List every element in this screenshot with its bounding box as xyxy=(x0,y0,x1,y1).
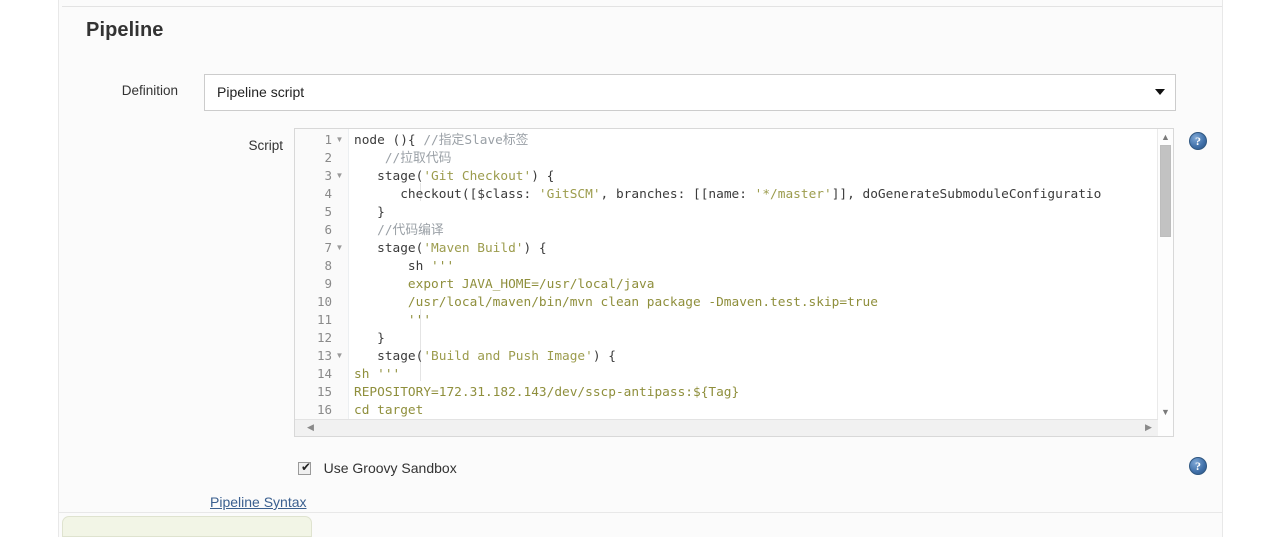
definition-selected-value: Pipeline script xyxy=(217,84,305,100)
definition-label: Definition xyxy=(121,83,178,98)
code-fold-icon[interactable]: ▼ xyxy=(335,351,344,360)
code-fold-icon[interactable]: ▼ xyxy=(335,135,344,144)
code-token: ''' xyxy=(377,367,401,382)
line-number: 12 xyxy=(316,330,332,345)
pipeline-config-page: Pipeline Definition Pipeline script Scri… xyxy=(0,0,1278,537)
script-label: Script xyxy=(248,138,283,153)
code-line: REPOSITORY=172.31.182.143/dev/sscp-antip… xyxy=(354,384,739,402)
code-token: ]], doGenerateSubmoduleConfiguratio xyxy=(831,187,1102,202)
code-line: stage('Git Checkout') { xyxy=(354,168,554,186)
code-token: '*/master' xyxy=(754,187,832,202)
line-number: 8 xyxy=(324,258,332,273)
code-line: } xyxy=(354,204,385,222)
pipeline-syntax-link[interactable]: Pipeline Syntax xyxy=(210,494,307,510)
code-token: stage( xyxy=(354,349,424,364)
code-token: ''' xyxy=(354,313,432,328)
code-line: export JAVA_HOME=/usr/local/java xyxy=(354,276,655,294)
code-line: } xyxy=(354,330,385,348)
code-token: ) { xyxy=(523,241,547,256)
groovy-sandbox-checkbox[interactable]: ✔ xyxy=(298,460,312,475)
vertical-scroll-thumb[interactable] xyxy=(1160,145,1171,237)
definition-select[interactable]: Pipeline script xyxy=(204,74,1176,111)
line-number: 13 xyxy=(316,348,332,363)
code-line: checkout([$class: 'GitSCM', branches: [[… xyxy=(354,186,1101,204)
code-line: stage('Build and Push Image') { xyxy=(354,348,616,366)
right-margin xyxy=(1223,0,1278,537)
code-line: ''' xyxy=(354,312,431,330)
code-token: 'Build and Push Image' xyxy=(423,349,593,364)
code-token: checkout([$class: xyxy=(354,187,539,202)
code-line: sh ''' xyxy=(354,366,400,384)
code-token: stage( xyxy=(354,241,424,256)
line-number: 2 xyxy=(324,150,332,165)
groovy-sandbox-row[interactable]: ✔ Use Groovy Sandbox xyxy=(298,460,457,476)
line-number: 6 xyxy=(324,222,332,237)
groovy-sandbox-label: Use Groovy Sandbox xyxy=(323,460,457,476)
line-number: 5 xyxy=(324,204,332,219)
line-number: 16 xyxy=(316,402,332,417)
code-token: //指定Slave标签 xyxy=(423,133,529,148)
code-line: node (){ //指定Slave标签 xyxy=(354,132,528,150)
code-fold-icon[interactable]: ▼ xyxy=(335,243,344,252)
line-number: 10 xyxy=(316,294,332,309)
code-token: , branches: [[name: xyxy=(600,187,755,202)
code-token: //拉取代码 xyxy=(384,151,452,166)
line-number: 15 xyxy=(316,384,332,399)
code-line: sh ''' xyxy=(354,258,454,276)
code-token: } xyxy=(354,205,385,220)
code-line: cd target xyxy=(354,402,423,420)
top-divider xyxy=(62,6,1222,7)
page-title: Pipeline xyxy=(86,19,164,41)
line-number: 7 xyxy=(324,240,332,255)
code-line: /usr/local/maven/bin/mvn clean package -… xyxy=(354,294,878,312)
line-number: 3 xyxy=(324,168,332,183)
code-token: node (){ xyxy=(354,133,424,148)
code-line: //代码编译 xyxy=(354,222,444,240)
line-number-gutter: 1▼23▼4567▼8910111213▼14151617 xyxy=(295,129,349,436)
code-token: ''' xyxy=(431,259,455,274)
code-token: export JAVA_HOME=/usr/local/java xyxy=(354,277,655,292)
code-token: //代码编译 xyxy=(377,223,444,238)
code-token: REPOSITORY=172.31.182.143/dev/sscp-antip… xyxy=(354,385,740,400)
help-icon-sandbox[interactable]: ? xyxy=(1189,457,1207,475)
code-line: stage('Maven Build') { xyxy=(354,240,547,258)
code-token: 'Maven Build' xyxy=(423,241,524,256)
code-token: sh xyxy=(354,367,378,382)
scroll-left-icon[interactable]: ◀ xyxy=(305,422,316,433)
code-token: } xyxy=(354,331,385,346)
chevron-down-icon xyxy=(1155,89,1165,95)
code-token: sh xyxy=(354,259,432,274)
help-icon-script[interactable]: ? xyxy=(1189,132,1207,150)
scrollbar-corner xyxy=(1158,420,1173,436)
line-number: 1 xyxy=(324,132,332,147)
editor-horizontal-scrollbar[interactable]: ◀ ▶ xyxy=(295,419,1158,436)
line-number: 14 xyxy=(316,366,332,381)
code-token: stage( xyxy=(354,169,424,184)
code-token: 'Git Checkout' xyxy=(423,169,532,184)
script-editor[interactable]: 1▼23▼4567▼8910111213▼14151617 node (){ /… xyxy=(294,128,1174,437)
form-action-bar xyxy=(62,516,312,537)
code-token: ) { xyxy=(592,349,616,364)
editor-vertical-scrollbar[interactable]: ▲ ▼ xyxy=(1157,129,1173,421)
scroll-down-icon[interactable]: ▼ xyxy=(1160,407,1171,418)
scroll-up-icon[interactable]: ▲ xyxy=(1160,132,1171,143)
code-line: //拉取代码 xyxy=(354,150,452,168)
checkmark-icon: ✔ xyxy=(301,460,312,474)
code-token: ) { xyxy=(531,169,555,184)
code-token: /usr/local/maven/bin/mvn clean package -… xyxy=(354,295,878,310)
code-token: 'GitSCM' xyxy=(538,187,601,202)
line-number: 11 xyxy=(316,312,332,327)
scroll-right-icon[interactable]: ▶ xyxy=(1143,422,1154,433)
code-area[interactable]: node (){ //指定Slave标签 //拉取代码 stage('Git C… xyxy=(348,129,1173,436)
line-number: 4 xyxy=(324,186,332,201)
code-token: cd target xyxy=(354,403,424,418)
line-number: 9 xyxy=(324,276,332,291)
bottom-divider xyxy=(59,512,1222,513)
code-fold-icon[interactable]: ▼ xyxy=(335,171,344,180)
